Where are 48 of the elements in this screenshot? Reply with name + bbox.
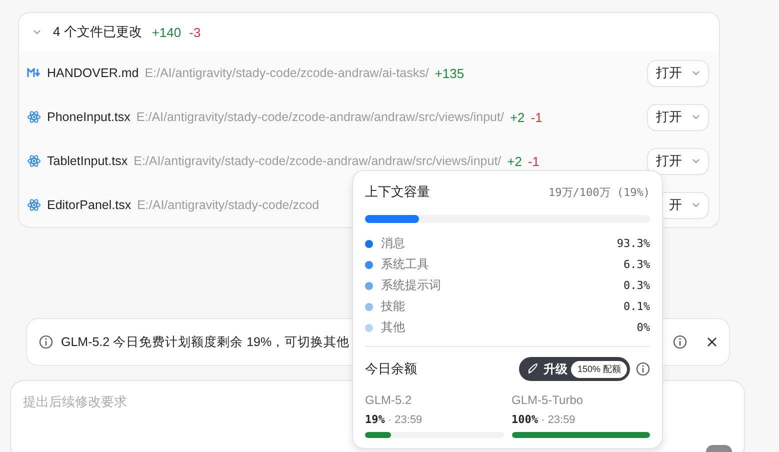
markdown-icon	[27, 68, 41, 78]
quota-reading: 19% · 23:59	[365, 413, 424, 426]
info-icon	[673, 335, 687, 349]
legend-value: 0.1%	[624, 300, 650, 313]
legend-label: 技能	[381, 298, 406, 315]
legend-label: 系统提示词	[381, 277, 442, 294]
info-icon	[636, 362, 650, 376]
file-path: E:/AI/antigravity/stady-code/zcode-andraw/ai-tasks/	[144, 66, 429, 80]
legend-value: 0.3%	[624, 279, 650, 292]
removed-count: -3	[189, 24, 201, 40]
file-name[interactable]: PhoneInput.tsx	[47, 110, 130, 124]
file-path: E:/AI/antigravity/stady-code/zcode-andraw/andraw/src/views/input/	[134, 154, 502, 168]
usage-text: 19万/100万 (19%)	[548, 184, 650, 200]
prompt-input[interactable]: 提出后续修改要求	[23, 394, 323, 409]
file-path: E:/AI/antigravity/stady-code/zcode-andraw/andraw/src/views/input/	[136, 110, 504, 124]
file-name[interactable]: HANDOVER.md	[47, 66, 139, 80]
legend-label: 消息	[381, 235, 406, 252]
changes-title: 4 个文件已更改	[53, 23, 142, 41]
legend-label: 系统工具	[381, 256, 430, 273]
removed-count: -1	[528, 154, 540, 168]
legend-value: 93.3%	[616, 237, 650, 250]
open-button[interactable]: 打开	[647, 148, 709, 174]
atom-icon	[27, 110, 41, 124]
added-count: +140	[152, 24, 182, 40]
quota-title: 今日余额	[365, 360, 417, 378]
file-name[interactable]: TabletInput.tsx	[47, 154, 128, 168]
legend-value: 0%	[636, 321, 650, 334]
removed-count: -1	[530, 110, 542, 124]
atom-icon	[27, 198, 41, 212]
model-name: GLM-5.2	[365, 393, 413, 407]
notice-text: GLM-5.2 今日免费计划额度剩余 19%，可切换其他	[61, 334, 350, 350]
added-count: +135	[434, 66, 464, 80]
atom-icon	[27, 154, 41, 168]
file-name[interactable]: EditorPanel.tsx	[47, 198, 132, 212]
open-button[interactable]: 打开	[647, 60, 709, 86]
open-button[interactable]: 打开	[647, 104, 709, 130]
info-icon	[39, 335, 53, 349]
quota-badge: 150% 配额	[571, 360, 627, 378]
model-name: GLM-5-Turbo	[512, 393, 584, 407]
upgrade-button[interactable]: 升级 150% 配额	[519, 357, 630, 381]
added-count: +2	[507, 154, 522, 168]
legend-label: 其他	[381, 319, 406, 336]
close-icon[interactable]	[707, 337, 717, 347]
legend-value: 6.3%	[624, 258, 650, 271]
added-count: +2	[510, 110, 525, 124]
file-path: E:/AI/antigravity/stady-code/zcod	[137, 198, 320, 212]
quota-reading: 100% · 23:59	[512, 413, 576, 426]
popup-title: 上下文容量	[365, 183, 430, 201]
